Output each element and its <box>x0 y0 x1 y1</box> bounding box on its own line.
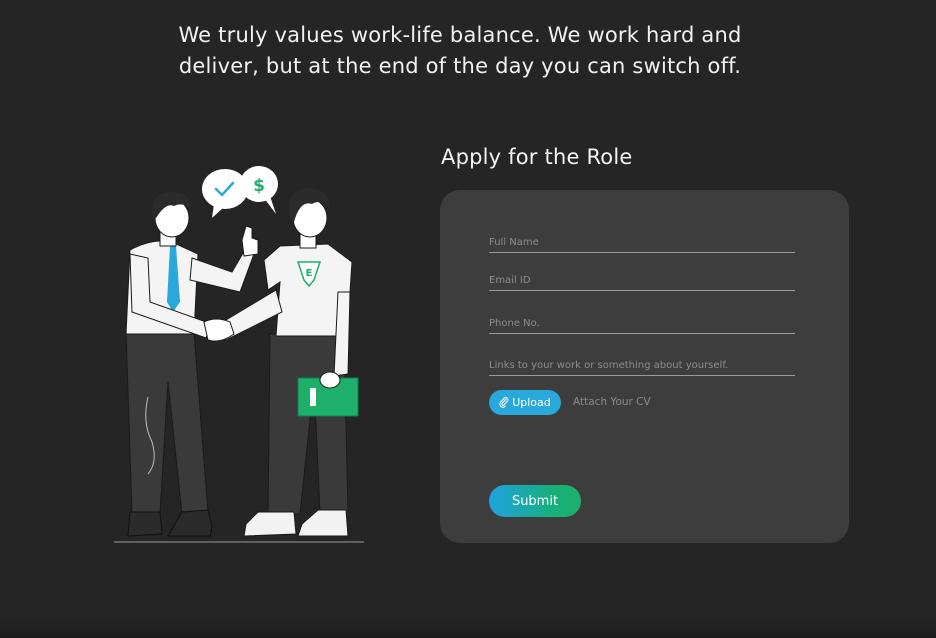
right-person: E <box>203 188 359 537</box>
upload-button[interactable]: Upload <box>489 389 561 415</box>
upload-row: Upload Attach Your CV <box>489 389 651 415</box>
upload-label: Upload <box>512 395 551 409</box>
attach-cv-label: Attach Your CV <box>573 396 651 408</box>
svg-text:E: E <box>306 268 313 279</box>
form-title: Apply for the Role <box>441 145 633 169</box>
check-bubble-icon <box>202 169 248 218</box>
application-form: Upload Attach Your CV Submit <box>440 190 849 543</box>
left-person <box>125 192 259 537</box>
bottom-edge <box>0 620 936 638</box>
dollar-bubble-icon: $ <box>240 166 278 214</box>
tagline: We truly values work-life balance. We wo… <box>0 20 920 82</box>
tagline-line-1: We truly values work-life balance. We wo… <box>178 23 742 47</box>
svg-text:$: $ <box>253 176 265 196</box>
full-name-field[interactable] <box>489 235 795 253</box>
tagline-line-2: deliver, but at the end of the day you c… <box>178 54 742 78</box>
submit-button[interactable]: Submit <box>489 485 581 517</box>
paperclip-icon <box>499 396 509 408</box>
links-field[interactable] <box>489 358 795 376</box>
email-field[interactable] <box>489 273 795 291</box>
handshake-illustration: $ E <box>112 162 368 548</box>
phone-field[interactable] <box>489 316 795 334</box>
